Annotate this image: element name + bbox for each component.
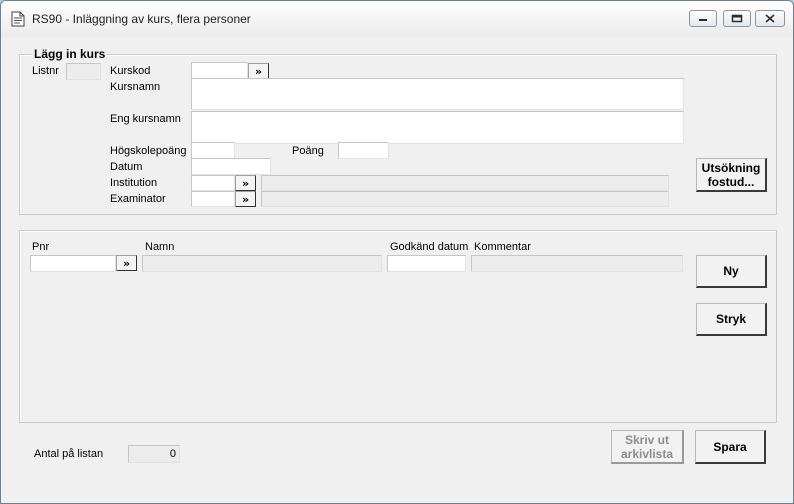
hogskolepoang-label: Högskolepoäng bbox=[110, 145, 187, 157]
institution-lookup-button[interactable]: » bbox=[235, 175, 256, 191]
institution-name-field bbox=[261, 175, 669, 191]
utsokning-line2: fostud... bbox=[707, 174, 755, 189]
datum-input[interactable] bbox=[191, 158, 271, 175]
pnr-label: Pnr bbox=[32, 241, 50, 253]
course-group: Lägg in kurs Listnr Kurskod » Kursnamn E… bbox=[19, 47, 777, 215]
examinator-label: Examinator bbox=[110, 193, 166, 205]
minimize-button[interactable] bbox=[689, 10, 717, 27]
listnr-label: Listnr bbox=[32, 65, 59, 77]
window-title: RS90 - Inläggning av kurs, flera persone… bbox=[32, 12, 251, 26]
stryk-button[interactable]: Stryk bbox=[696, 303, 767, 336]
kommentar-input[interactable] bbox=[471, 255, 683, 272]
antal-label: Antal på listan bbox=[34, 448, 104, 460]
skriv-ut-arkivlista-button: Skriv ut arkivlista bbox=[611, 430, 684, 464]
course-group-legend: Lägg in kurs bbox=[32, 47, 108, 61]
client-area: Lägg in kurs Listnr Kurskod » Kursnamn E… bbox=[9, 37, 785, 495]
namn-field bbox=[142, 255, 382, 272]
kommentar-label: Kommentar bbox=[474, 241, 531, 253]
person-group: Pnr Namn Godkänd datum Kommentar » Ny St… bbox=[19, 230, 777, 423]
godkand-datum-input[interactable] bbox=[387, 255, 466, 272]
kursnamn-label: Kursnamn bbox=[110, 81, 161, 93]
maximize-button[interactable] bbox=[723, 10, 751, 27]
poang-label: Poäng bbox=[292, 145, 324, 157]
examinator-lookup-button[interactable]: » bbox=[235, 191, 256, 207]
institution-input[interactable] bbox=[191, 175, 235, 191]
antal-field bbox=[128, 445, 180, 463]
eng-kursnamn-input[interactable] bbox=[191, 111, 684, 144]
namn-label: Namn bbox=[145, 241, 175, 253]
hogskolepoang-input[interactable] bbox=[191, 142, 235, 159]
spara-button[interactable]: Spara bbox=[695, 430, 766, 464]
kursnamn-input[interactable] bbox=[191, 78, 684, 110]
pnr-input[interactable] bbox=[30, 255, 116, 272]
minimize-icon bbox=[699, 18, 707, 21]
kurskod-label: Kurskod bbox=[110, 65, 151, 77]
close-icon bbox=[765, 14, 775, 23]
institution-label: Institution bbox=[110, 177, 158, 189]
ny-button[interactable]: Ny bbox=[696, 255, 767, 288]
skriv-line1: Skriv ut bbox=[624, 432, 669, 447]
utsokning-line1: Utsökning bbox=[701, 160, 761, 175]
kurskod-lookup-button[interactable]: » bbox=[248, 63, 269, 79]
document-icon bbox=[11, 11, 25, 27]
maximize-icon bbox=[731, 14, 743, 23]
examinator-input[interactable] bbox=[191, 191, 235, 207]
examinator-name-field bbox=[261, 191, 669, 207]
godkand-datum-label: Godkänd datum bbox=[390, 241, 469, 253]
main-window: RS90 - Inläggning av kurs, flera persone… bbox=[0, 0, 794, 504]
title-bar[interactable]: RS90 - Inläggning av kurs, flera persone… bbox=[1, 1, 793, 37]
pnr-lookup-button[interactable]: » bbox=[116, 255, 137, 271]
datum-label: Datum bbox=[110, 161, 143, 173]
utsokning-fostud-button[interactable]: Utsökning fostud... bbox=[696, 158, 767, 192]
eng-kursnamn-label: Eng kursnamn bbox=[110, 113, 181, 125]
listnr-field bbox=[66, 63, 101, 80]
close-button[interactable] bbox=[755, 10, 785, 27]
poang-input[interactable] bbox=[338, 142, 389, 159]
skriv-line2: arkivlista bbox=[620, 446, 674, 461]
kurskod-input[interactable] bbox=[191, 62, 248, 79]
